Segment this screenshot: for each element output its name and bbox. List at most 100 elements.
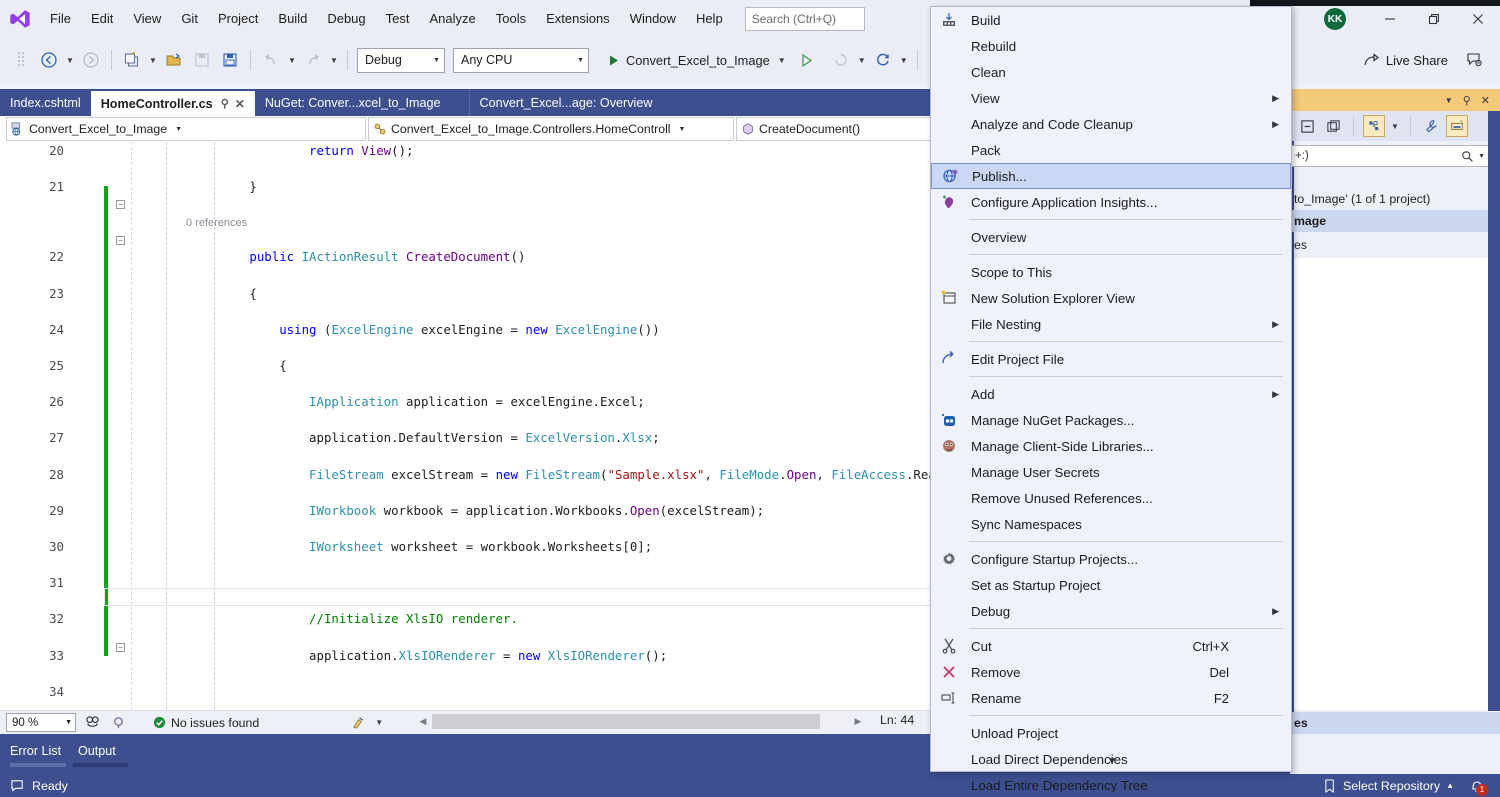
solution-explorer-bottom-row[interactable]: es xyxy=(1290,712,1500,734)
menu-item-overview[interactable]: Overview xyxy=(931,224,1291,250)
code-cleanup-icon[interactable] xyxy=(345,710,371,736)
line-content[interactable]: IWorkbook workbook = application.Workboo… xyxy=(130,502,764,520)
view-dependencies-dropdown-icon[interactable]: ▼ xyxy=(1389,122,1401,131)
codelens-icon[interactable] xyxy=(105,710,131,736)
tab-index-cshtml[interactable]: Index.cshtml xyxy=(0,89,91,116)
menu-view[interactable]: View xyxy=(123,7,171,31)
menu-window[interactable]: Window xyxy=(620,7,686,31)
pin-icon[interactable]: ⚲ xyxy=(1463,94,1471,107)
panel-dropdown-icon[interactable]: ▼ xyxy=(1445,96,1453,105)
feedback-icon[interactable] xyxy=(1462,47,1488,73)
tab-nuget[interactable]: NuGet: Conver...xcel_to_Image xyxy=(254,89,451,116)
menu-item-unload-project[interactable]: Unload Project xyxy=(931,720,1291,746)
main-menu-bar[interactable]: File Edit View Git Project Build Debug T… xyxy=(40,0,733,38)
tab-overview[interactable]: Convert_Excel...age: Overview xyxy=(468,89,663,116)
solution-explorer-child-row[interactable]: es xyxy=(1290,234,1500,256)
line-content[interactable]: //Initialize XlsIO renderer. xyxy=(130,610,518,628)
chevron-down-icon[interactable]: ▼ xyxy=(1474,153,1485,160)
view-dependencies-icon[interactable] xyxy=(1363,115,1385,137)
menu-item-analyze-and-code-cleanup[interactable]: Analyze and Code Cleanup ▶ xyxy=(931,111,1291,137)
dock-tab-error-list[interactable]: Error List xyxy=(10,740,61,762)
menu-item-build[interactable]: Build xyxy=(931,7,1291,33)
code-lens-label[interactable]: 0 references xyxy=(186,214,247,232)
menu-scroll-down-button[interactable]: ▼ xyxy=(931,751,1293,771)
solution-explorer-solution-row[interactable]: to_Image' (1 of 1 project) xyxy=(1290,188,1500,210)
start-without-debugging-icon[interactable] xyxy=(794,47,820,73)
solution-explorer-project-row[interactable]: mage xyxy=(1290,210,1500,232)
menu-item-add[interactable]: Add ▶ xyxy=(931,381,1291,407)
menu-item-new-solution-explorer-view[interactable]: New Solution Explorer View xyxy=(931,285,1291,311)
menu-help[interactable]: Help xyxy=(686,7,733,31)
new-project-dropdown-icon[interactable]: ▼ xyxy=(147,56,159,65)
menu-item-configure-startup-projects[interactable]: Configure Startup Projects... xyxy=(931,546,1291,572)
menu-git[interactable]: Git xyxy=(171,7,208,31)
navbar-project-dropdown[interactable]: Convert_Excel_to_Image ▼ xyxy=(6,117,366,141)
menu-item-remove-unused-references[interactable]: Remove Unused References... xyxy=(931,485,1291,511)
menu-item-manage-client-side-libraries[interactable]: Manage Client-Side Libraries... xyxy=(931,433,1291,459)
menu-item-remove[interactable]: Remove Del xyxy=(931,659,1291,685)
scroll-left-arrow[interactable]: ◀ xyxy=(415,714,431,729)
open-file-icon[interactable] xyxy=(161,47,187,73)
pin-icon[interactable]: ⚲ xyxy=(221,97,229,110)
zoom-level-combo[interactable]: 90 % ▼ xyxy=(6,713,76,732)
collapse-all-icon[interactable] xyxy=(1296,115,1318,137)
line-content[interactable]: FileStream excelStream = new FileStream(… xyxy=(130,466,958,484)
dock-tab-output[interactable]: Output xyxy=(78,740,116,762)
refresh-dropdown-icon[interactable]: ▼ xyxy=(898,56,910,65)
menu-item-clean[interactable]: Clean xyxy=(931,59,1291,85)
solution-explorer-tree-body[interactable] xyxy=(1294,258,1488,710)
navigate-backward-dropdown-icon[interactable]: ▼ xyxy=(64,56,76,65)
menu-item-cut[interactable]: Cut Ctrl+X xyxy=(931,633,1291,659)
menu-item-pack[interactable]: Pack xyxy=(931,137,1291,163)
menu-item-view[interactable]: View ▶ xyxy=(931,85,1291,111)
refresh-icon[interactable] xyxy=(870,47,896,73)
menu-extensions[interactable]: Extensions xyxy=(536,7,620,31)
menu-edit[interactable]: Edit xyxy=(81,7,123,31)
menu-file[interactable]: File xyxy=(40,7,81,31)
configuration-combo[interactable]: Debug ▼ xyxy=(357,47,445,73)
navbar-type-dropdown[interactable]: Convert_Excel_to_Image.Controllers.HomeC… xyxy=(368,117,734,141)
preview-selected-items-icon[interactable] xyxy=(1446,115,1468,137)
new-project-icon[interactable] xyxy=(119,47,145,73)
line-content[interactable]: { xyxy=(130,285,256,303)
menu-item-configure-application-insights[interactable]: Configure Application Insights... xyxy=(931,189,1291,215)
code-cleanup-dropdown-icon[interactable]: ▼ xyxy=(373,718,385,727)
quick-search-input[interactable]: Search (Ctrl+Q) xyxy=(744,7,865,31)
menu-analyze[interactable]: Analyze xyxy=(419,7,485,31)
menu-item-manage-user-secrets[interactable]: Manage User Secrets xyxy=(931,459,1291,485)
menu-item-scope-to-this[interactable]: Scope to This xyxy=(931,259,1291,285)
line-content[interactable]: application.DefaultVersion = ExcelVersio… xyxy=(130,429,660,447)
menu-item-rename[interactable]: Rename F2 xyxy=(931,685,1291,711)
line-content[interactable]: return View(); xyxy=(130,142,413,160)
line-content[interactable]: { xyxy=(130,357,286,375)
start-dropdown-icon[interactable]: ▼ xyxy=(776,56,788,65)
tab-homecontroller-cs[interactable]: HomeController.cs ⚲ ✕ xyxy=(90,89,255,116)
scroll-right-arrow[interactable]: ▶ xyxy=(850,714,866,729)
menu-item-manage-nuget-packages[interactable]: Manage NuGet Packages... xyxy=(931,407,1291,433)
platform-combo[interactable]: Any CPU ▼ xyxy=(453,47,589,73)
menu-item-edit-project-file[interactable]: Edit Project File xyxy=(931,346,1291,372)
line-content[interactable]: using (ExcelEngine excelEngine = new Exc… xyxy=(130,321,660,339)
save-all-icon[interactable] xyxy=(217,47,243,73)
menu-build[interactable]: Build xyxy=(268,7,317,31)
horizontal-scrollbar[interactable] xyxy=(432,714,846,729)
navigate-backward-icon[interactable] xyxy=(36,47,62,73)
project-context-menu[interactable]: Build Rebuild Clean View ▶ Analyze and Code C… xyxy=(930,6,1293,793)
menu-tools[interactable]: Tools xyxy=(486,7,536,31)
menu-item-rebuild[interactable]: Rebuild xyxy=(931,33,1291,59)
line-content[interactable]: IApplication application = excelEngine.E… xyxy=(130,393,645,411)
menu-project[interactable]: Project xyxy=(208,7,268,31)
menu-item-load-entire-dependency-tree[interactable]: Load Entire Dependency Tree xyxy=(931,772,1291,797)
live-share-button[interactable]: Live Share xyxy=(1356,49,1456,72)
menu-item-set-as-startup-project[interactable]: Set as Startup Project xyxy=(931,572,1291,598)
menu-item-publish[interactable]: Publish... xyxy=(931,163,1291,189)
line-content[interactable]: application.XlsIORenderer = new XlsIORen… xyxy=(130,647,667,665)
line-content[interactable]: IWorksheet worksheet = workbook.Workshee… xyxy=(130,538,652,556)
avatar[interactable]: KK xyxy=(1324,8,1346,30)
notifications-button[interactable]: 1 xyxy=(1466,775,1488,797)
horizontal-scroll-thumb[interactable] xyxy=(432,714,820,729)
menu-item-debug[interactable]: Debug ▶ xyxy=(931,598,1291,624)
solution-explorer-search-input[interactable]: +:) ▼ xyxy=(1290,145,1490,167)
close-icon[interactable]: ✕ xyxy=(1481,94,1490,107)
issues-status[interactable]: No issues found xyxy=(153,716,259,730)
